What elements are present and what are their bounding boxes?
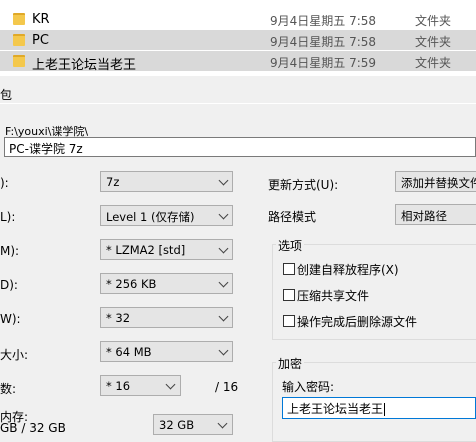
dict-label: D): bbox=[0, 278, 18, 292]
update-mode-value: 添加并替换文件 bbox=[401, 176, 476, 190]
sfx-checkbox-label[interactable]: 创建自释放程序(X) bbox=[297, 261, 399, 278]
password-value: 上老王论坛当老王 bbox=[287, 402, 384, 416]
threads-max: / 16 bbox=[215, 380, 239, 394]
level-value: Level 1 (仅存储) bbox=[106, 210, 195, 224]
level-select[interactable]: Level 1 (仅存储) bbox=[100, 205, 233, 226]
threads-value: * 16 bbox=[106, 379, 131, 393]
memory-usage: GB / 32 GB bbox=[0, 421, 66, 435]
archive-name-input[interactable]: PC-谍学院 7z bbox=[4, 137, 476, 157]
update-mode-label: 更新方式(U): bbox=[268, 178, 339, 192]
file-date: 9月4日星期五 7:58 bbox=[270, 14, 377, 28]
chevron-down-icon bbox=[218, 209, 229, 220]
update-mode-select[interactable]: 添加并替换文件 bbox=[395, 171, 476, 192]
chevron-down-icon bbox=[218, 345, 229, 356]
password-label: 输入密码: bbox=[282, 380, 335, 394]
text-caret bbox=[384, 403, 386, 416]
delete-after-checkbox-label[interactable]: 操作完成后删除源文件 bbox=[297, 313, 417, 330]
chevron-down-icon bbox=[218, 175, 229, 186]
level-label: L): bbox=[0, 210, 16, 224]
password-input[interactable]: 上老王论坛当老王 bbox=[282, 397, 476, 419]
divider bbox=[0, 103, 476, 104]
file-date: 9月4日星期五 7:58 bbox=[270, 35, 377, 49]
threads-label: 数: bbox=[0, 382, 17, 396]
format-label: ): bbox=[0, 176, 9, 190]
solid-select[interactable]: * 64 MB bbox=[100, 341, 233, 362]
shared-checkbox-label[interactable]: 压缩共享文件 bbox=[297, 287, 369, 304]
chevron-down-icon bbox=[217, 418, 228, 429]
memory-select[interactable]: 32 GB bbox=[153, 414, 233, 435]
format-select[interactable]: 7z bbox=[100, 171, 233, 192]
path-mode-select[interactable]: 相对路径 bbox=[395, 204, 476, 225]
file-row-kr[interactable]: KR 9月4日星期五 7:58 文件夹 bbox=[0, 9, 476, 29]
file-row-laowang[interactable]: 上老王论坛当老王 9月4日星期五 7:59 文件夹 bbox=[0, 51, 476, 73]
file-name: PC bbox=[32, 33, 49, 48]
file-date: 9月4日星期五 7:59 bbox=[270, 56, 377, 70]
chevron-down-icon bbox=[218, 277, 229, 288]
chevron-down-icon bbox=[165, 379, 176, 390]
delete-after-checkbox[interactable] bbox=[283, 315, 295, 327]
dialog-title: 包 bbox=[0, 88, 13, 102]
dict-value: * 256 KB bbox=[106, 277, 157, 291]
word-label: W): bbox=[0, 312, 21, 326]
file-name: 上老王论坛当老王 bbox=[32, 58, 137, 73]
path-mode-value: 相对路径 bbox=[401, 209, 447, 223]
threads-select[interactable]: * 16 bbox=[100, 375, 181, 396]
method-value: * LZMA2 [std] bbox=[106, 243, 186, 257]
file-row-pc[interactable]: PC 9月4日星期五 7:58 文件夹 bbox=[0, 30, 476, 50]
folder-icon bbox=[13, 55, 25, 67]
dict-select[interactable]: * 256 KB bbox=[100, 273, 233, 294]
word-value: * 32 bbox=[106, 311, 131, 325]
method-label: M): bbox=[0, 244, 20, 258]
sfx-checkbox[interactable] bbox=[283, 263, 295, 275]
options-title: 选项 bbox=[276, 237, 305, 254]
word-select[interactable]: * 32 bbox=[100, 307, 233, 328]
encryption-title: 加密 bbox=[276, 355, 305, 372]
folder-icon bbox=[13, 34, 25, 46]
folder-icon bbox=[13, 13, 25, 25]
solid-label: 大小: bbox=[0, 348, 29, 362]
format-value: 7z bbox=[106, 175, 120, 189]
file-list: KR 9月4日星期五 7:58 文件夹 PC 9月4日星期五 7:58 文件夹 … bbox=[0, 0, 476, 76]
solid-value: * 64 MB bbox=[106, 345, 152, 359]
file-type: 文件夹 bbox=[415, 56, 452, 70]
chevron-down-icon bbox=[218, 243, 229, 254]
shared-checkbox[interactable] bbox=[283, 289, 295, 301]
file-type: 文件夹 bbox=[415, 14, 452, 28]
file-name: KR bbox=[32, 12, 50, 27]
chevron-down-icon bbox=[218, 311, 229, 322]
method-select[interactable]: * LZMA2 [std] bbox=[100, 239, 233, 260]
path-mode-label: 路径模式 bbox=[268, 210, 317, 224]
file-type: 文件夹 bbox=[415, 35, 452, 49]
